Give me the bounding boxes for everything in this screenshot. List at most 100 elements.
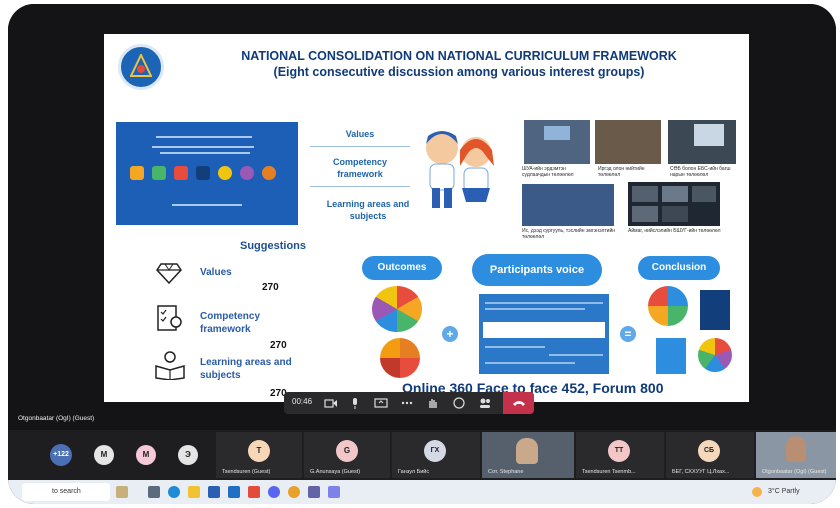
participant-tile[interactable]: M — [90, 432, 130, 478]
reading-icon — [155, 351, 185, 380]
chrome-icon[interactable] — [288, 486, 300, 498]
photo-universities — [522, 184, 614, 226]
participant-tile[interactable]: ГХ Ганзул Бийс — [392, 432, 480, 478]
share-screen-icon[interactable] — [374, 396, 388, 410]
label-values: Values — [345, 129, 375, 139]
outcomes-graphic — [380, 338, 420, 378]
panel-line — [549, 354, 603, 356]
teams-icon[interactable] — [308, 486, 320, 498]
weather-icon — [752, 487, 762, 497]
label-competency: Competency framework — [332, 157, 387, 179]
photo-teachers — [668, 120, 736, 164]
participant-name: Сот. Stephane — [488, 469, 524, 475]
avatar: TT — [608, 440, 630, 462]
suggestion-label: Competency framework — [200, 311, 261, 335]
edge-icon[interactable] — [168, 486, 180, 498]
suggestion-label: Learning areas and subjects — [200, 357, 292, 381]
microphone-icon[interactable] — [348, 396, 362, 410]
suggestion-label: Values — [200, 267, 232, 278]
f2f-value: 452, — [561, 380, 589, 396]
panel-line — [485, 362, 575, 364]
plus-icon: + — [442, 326, 458, 342]
participant-tile[interactable]: Э — [174, 432, 214, 478]
overflow-count-avatar: +122 — [50, 444, 72, 466]
avatar: M — [136, 445, 156, 465]
checklist-icon — [157, 305, 182, 331]
search-text: to search — [52, 488, 81, 495]
taskbar-search[interactable]: to search — [22, 483, 110, 501]
participant-tile[interactable]: TT Tsendsuren Tsenmb... — [576, 432, 664, 478]
meeting-stage: NATIONAL CONSOLIDATION ON NATIONAL CURRI… — [8, 4, 836, 430]
camera-icon[interactable] — [324, 396, 338, 410]
poster-line — [160, 152, 250, 154]
poster-icon — [262, 166, 276, 180]
weather-text: 3°C Partly — [768, 488, 800, 495]
screen-frame: NATIONAL CONSOLIDATION ON NATIONAL CURRI… — [8, 4, 836, 504]
participant-video-tile[interactable]: Сот. Stephane — [482, 432, 574, 478]
office-icon[interactable] — [248, 486, 260, 498]
participant-tile[interactable]: СБ БЕГ, СХХУУГ Ц.Лхах... — [666, 432, 754, 478]
avatar: T — [248, 440, 270, 462]
self-video-tile[interactable]: Otgonbaatar (OgI) (Guest) — [756, 432, 836, 478]
more-options-icon[interactable] — [400, 396, 414, 410]
participant-tile[interactable]: T Tsendsuren (Guest) — [216, 432, 302, 478]
caption-universities: Ис, дээд сургууль, тэслийн эмгэнэлтийн т… — [522, 228, 616, 240]
slide-title-line2: (Eight consecutive discussion among vari… — [273, 65, 645, 79]
mail-icon[interactable] — [228, 486, 240, 498]
photo-scientists — [524, 120, 590, 164]
caption-scientists: ШУА-ийн эрдэмтэн судлаачдын төлөөлөл — [522, 166, 574, 178]
participant-name: G.Anunsaya (Guest) — [310, 469, 361, 475]
self-video — [786, 436, 806, 462]
widget-icon[interactable] — [116, 486, 128, 498]
participant-name: Ганзул Бийс — [398, 469, 430, 475]
conclusion-book — [700, 290, 730, 330]
raise-hand-icon[interactable] — [426, 396, 440, 410]
avatar: Э — [178, 445, 198, 465]
meeting-timer: 00:46 — [292, 397, 313, 406]
logo-emblem-icon — [130, 54, 152, 77]
meeting-toolbar: 00:46 — [284, 392, 534, 414]
participants-strip: +122 M M Э T Tsendsuren (Guest) G G.Anun… — [8, 430, 836, 480]
framework-poster — [116, 122, 298, 225]
ministry-logo — [118, 44, 164, 90]
windows-taskbar: to search 3°C Partly — [8, 480, 836, 504]
file-explorer-icon[interactable] — [188, 486, 200, 498]
poster-line — [156, 136, 252, 138]
avatar: ГХ — [424, 440, 446, 462]
avatar: M — [94, 445, 114, 465]
participant-tile[interactable]: M — [132, 432, 172, 478]
conclusion-book — [656, 338, 686, 374]
slide-title-line1: NATIONAL CONSOLIDATION ON NATIONAL CURRI… — [241, 49, 677, 63]
participant-name: Otgonbaatar (OgI) (Guest) — [762, 469, 827, 475]
photo-citizens — [595, 120, 661, 164]
participant-name: Tsendsuren Tsenmb... — [582, 469, 636, 475]
app-icon[interactable] — [328, 486, 340, 498]
participants-icon[interactable] — [478, 396, 492, 410]
forum-label: Forum — [592, 380, 637, 396]
slide-title: NATIONAL CONSOLIDATION ON NATIONAL CURRI… — [184, 48, 734, 80]
separator — [310, 146, 410, 147]
equals-icon: = — [620, 326, 636, 342]
participant-name: БЕГ, СХХУУГ Ц.Лхах... — [672, 469, 730, 475]
participant-tile[interactable]: G G.Anunsaya (Guest) — [304, 432, 390, 478]
conclusion-graphic — [648, 286, 688, 326]
leave-call-button[interactable] — [503, 392, 534, 414]
poster-icon — [152, 166, 166, 180]
caption-citizens: Иргэд олон нийтийн төлөөлөл — [598, 166, 645, 178]
chat-icon[interactable] — [452, 396, 466, 410]
suggestion-count: 270 — [262, 282, 279, 293]
task-view-icon[interactable] — [148, 486, 160, 498]
diamond-icon — [156, 263, 182, 284]
participant-name: Tsendsuren (Guest) — [222, 469, 271, 475]
outcomes-pill: Outcomes — [362, 256, 442, 280]
photo-online-meeting — [628, 182, 720, 226]
participants-voice-pill: Participants voice — [472, 254, 602, 286]
conclusion-graphic — [698, 338, 732, 372]
store-icon[interactable] — [208, 486, 220, 498]
poster-icon — [196, 166, 210, 180]
poster-icon — [218, 166, 232, 180]
viber-icon[interactable] — [268, 486, 280, 498]
shared-slide: NATIONAL CONSOLIDATION ON NATIONAL CURRI… — [104, 34, 749, 402]
forum-value: 800 — [640, 380, 664, 396]
participant-tile[interactable]: +122 — [44, 432, 88, 478]
